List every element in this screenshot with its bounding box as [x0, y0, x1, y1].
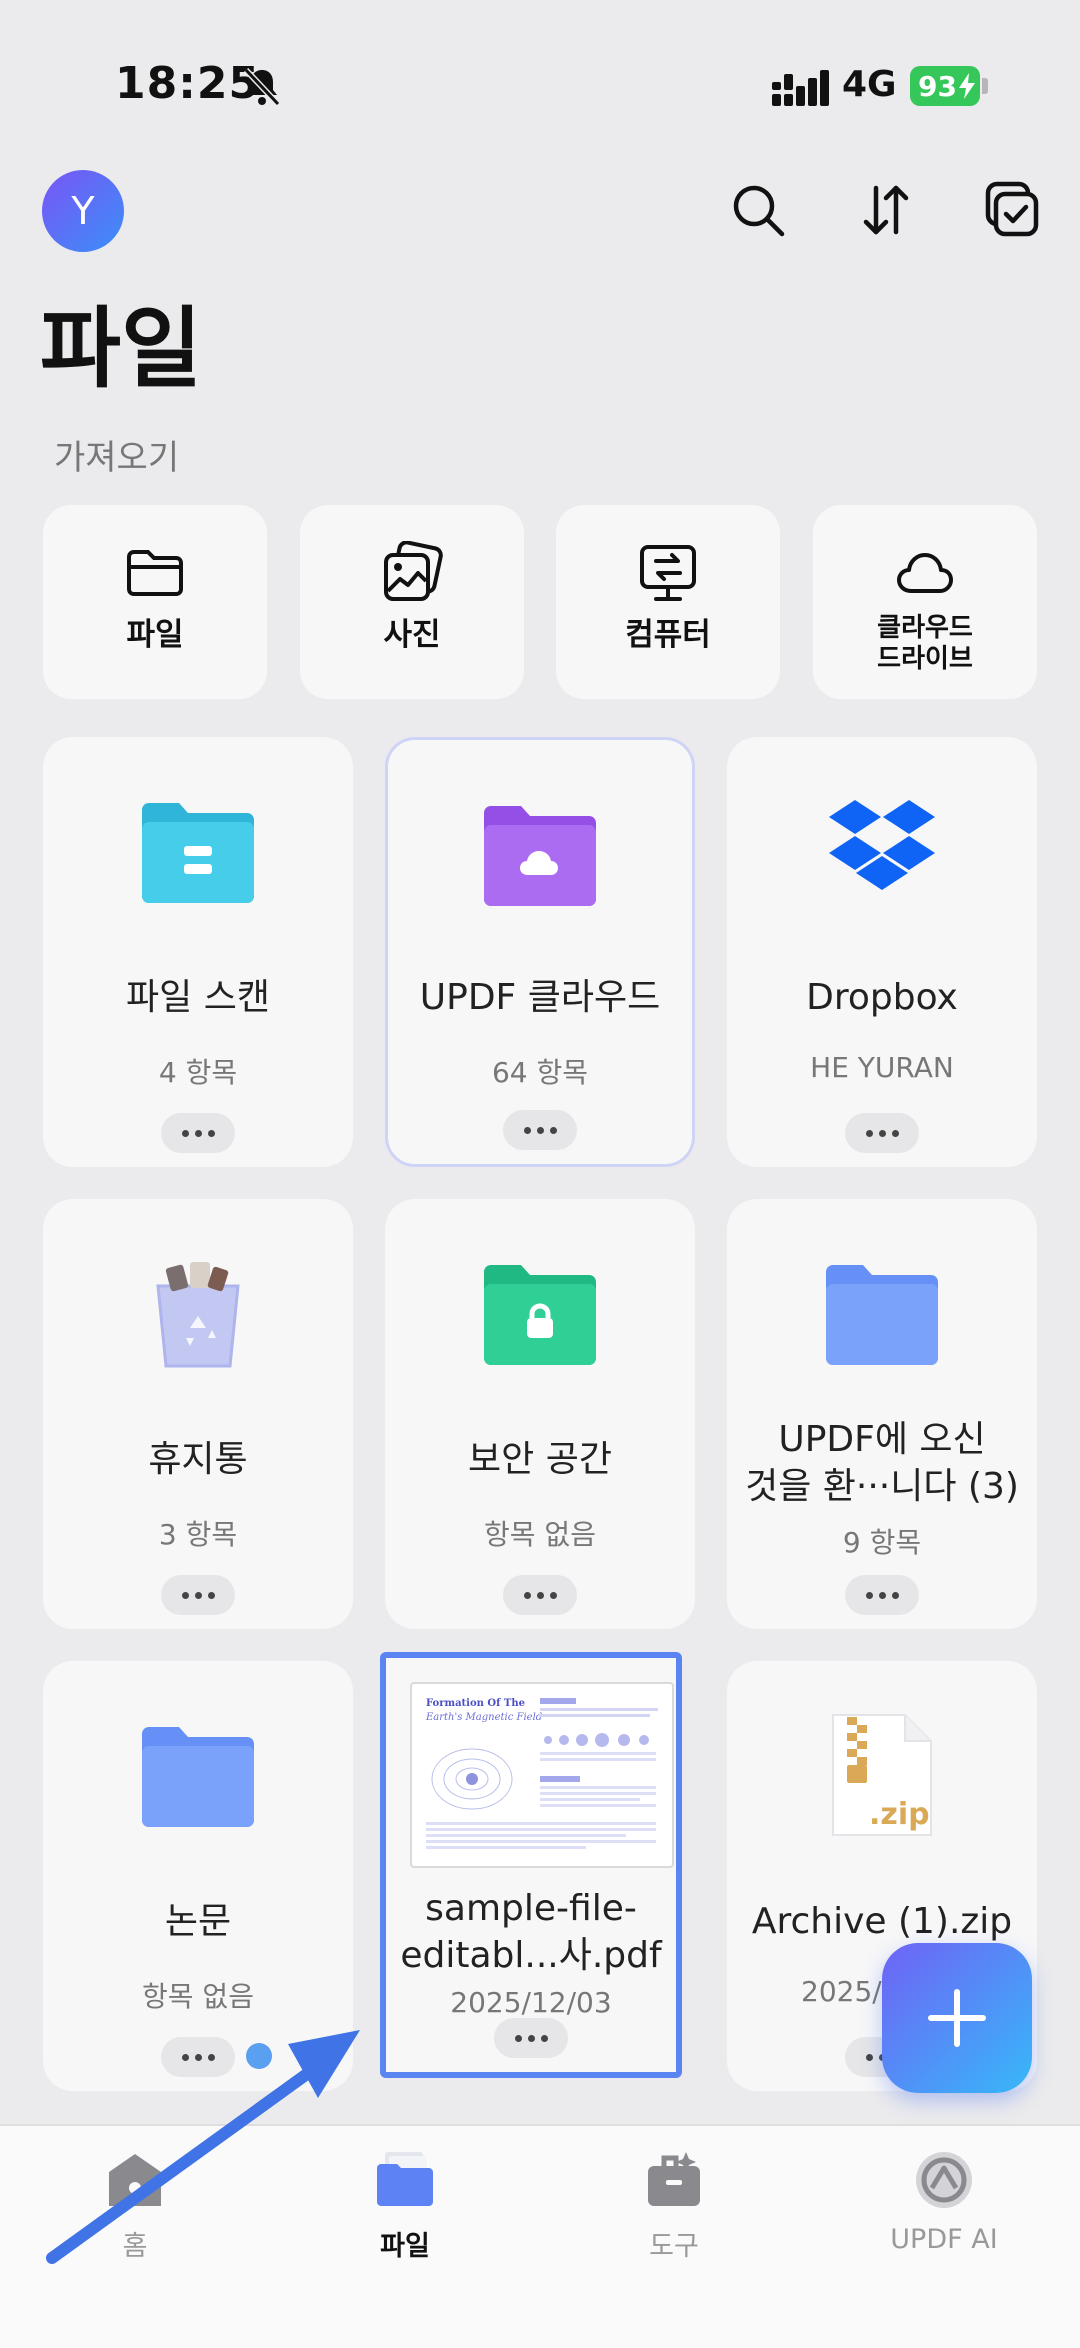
tab-tools[interactable]: 도구: [564, 2148, 784, 2288]
folder-card-secure-space[interactable]: 보안 공간 항목 없음: [385, 1199, 695, 1629]
folder-icon: [826, 1265, 938, 1365]
tap-indicator: [246, 2043, 272, 2069]
lock-folder-icon: [484, 1265, 596, 1365]
card-title: Dropbox: [806, 977, 958, 1018]
folder-card-welcome[interactable]: UPDF에 오신 것을 환···니다 (3) 9 항목: [727, 1199, 1037, 1629]
more-options-button[interactable]: [161, 1113, 235, 1153]
page-title: 파일: [40, 297, 202, 400]
card-title-line2: editabl...사.pdf: [400, 1934, 662, 1976]
folder-card-scan[interactable]: 파일 스캔 4 항목: [43, 737, 353, 1167]
card-title: 휴지통: [148, 1439, 248, 1480]
trash-bin-icon: [156, 1262, 240, 1368]
card-subtitle: 항목 없음: [142, 1980, 254, 2013]
dropbox-icon: [829, 800, 935, 890]
tab-label: 도구: [649, 2231, 699, 2262]
import-label-line2: 드라이브: [877, 644, 973, 675]
plus-icon: [928, 1989, 986, 2047]
card-title: sample-file- editabl...사.pdf: [386, 1886, 676, 1980]
more-options-button[interactable]: [161, 2037, 235, 2077]
folder-card-dropbox[interactable]: Dropbox HE YURAN: [727, 737, 1037, 1167]
status-time: 18:25: [115, 58, 261, 109]
tab-home[interactable]: 홈: [25, 2148, 245, 2288]
tab-label: 파일: [380, 2231, 430, 2262]
tab-files[interactable]: 파일: [295, 2148, 515, 2288]
tab-label: UPDF AI: [890, 2224, 998, 2255]
folder-card-papers[interactable]: 논문 항목 없음: [43, 1661, 353, 2091]
scan-folder-icon: [142, 803, 254, 903]
battery-indicator: 93: [910, 66, 980, 106]
folder-outline-icon: [127, 550, 183, 596]
card-title: 논문: [164, 1901, 232, 1942]
photos-icon: [384, 541, 443, 601]
battery-level: 93: [918, 69, 957, 103]
avatar[interactable]: Y: [42, 170, 124, 252]
file-card-sample-pdf[interactable]: Formation Of The Earth's Magnetic Field: [380, 1652, 682, 2078]
card-title-line1: UPDF에 오신: [778, 1419, 986, 1460]
sort-icon[interactable]: [856, 180, 916, 240]
card-title-line2: 것을 환···니다 (3): [745, 1465, 1019, 1507]
multi-select-icon[interactable]: [982, 180, 1042, 240]
zip-badge: .zip: [869, 1797, 930, 1832]
import-label: 컴퓨터: [625, 617, 711, 653]
toolbox-icon: [648, 2152, 700, 2206]
card-title: Archive (1).zip: [751, 1901, 1013, 1942]
tab-label: 홈: [122, 2231, 148, 2262]
cloud-folder-icon: [484, 806, 596, 906]
more-options-button[interactable]: [845, 1575, 919, 1615]
card-subtitle: 4 항목: [158, 1056, 238, 1089]
import-label: 파일: [126, 617, 184, 653]
import-computer-button[interactable]: 컴퓨터: [556, 505, 780, 699]
more-options-button[interactable]: [503, 1575, 577, 1615]
card-title-line1: sample-file-: [425, 1888, 637, 1929]
signal-icon: [772, 70, 829, 106]
updf-ai-icon: [916, 2152, 972, 2208]
bottom-tab-bar: 홈 파일 도구 UPDF AI: [0, 2124, 1080, 2348]
avatar-letter: Y: [71, 189, 95, 233]
cloud-icon: [897, 553, 953, 593]
import-label: 사진: [383, 617, 441, 653]
card-title: UPDF에 오신 것을 환···니다 (3): [727, 1417, 1037, 1511]
import-section-label: 가져오기: [54, 438, 180, 478]
card-subtitle: 3 항목: [158, 1518, 238, 1551]
folder-card-updf-cloud[interactable]: UPDF 클라우드 64 항목: [385, 737, 695, 1167]
card-subtitle: HE YURAN: [810, 1051, 954, 1084]
battery-tip: [982, 78, 988, 94]
card-subtitle: 2025/12/03: [450, 1986, 612, 2019]
import-cloud-drive-button[interactable]: 클라우드 드라이브: [813, 505, 1037, 699]
bell-muted-icon: [243, 67, 281, 107]
charging-bolt-icon: [958, 73, 975, 99]
search-icon[interactable]: [728, 180, 788, 240]
card-subtitle: 항목 없음: [484, 1518, 596, 1551]
more-options-button[interactable]: [161, 1575, 235, 1615]
folder-icon: [142, 1727, 254, 1827]
home-icon: [109, 2154, 161, 2206]
card-subtitle: 64 항목: [491, 1056, 589, 1089]
files-folder-icon: [377, 2152, 433, 2206]
add-button[interactable]: [882, 1943, 1032, 2093]
card-title: 보안 공간: [468, 1439, 612, 1480]
pdf-thumbnail: Formation Of The Earth's Magnetic Field: [410, 1682, 674, 1868]
import-label: 클라우드 드라이브: [877, 613, 973, 675]
folder-card-trash[interactable]: 휴지통 3 항목: [43, 1199, 353, 1629]
card-title: 파일 스캔: [126, 977, 270, 1018]
thumbnail-figure: [426, 1698, 658, 1849]
network-label: 4G: [842, 64, 897, 105]
import-label-line1: 클라우드: [877, 613, 973, 643]
import-photos-button[interactable]: 사진: [300, 505, 524, 699]
more-options-button[interactable]: [503, 1110, 577, 1150]
card-title: UPDF 클라우드: [419, 977, 661, 1018]
more-options-button[interactable]: [494, 2018, 568, 2058]
tab-updf-ai[interactable]: UPDF AI: [834, 2148, 1054, 2288]
more-options-button[interactable]: [845, 1113, 919, 1153]
import-files-button[interactable]: 파일: [43, 505, 267, 699]
status-bar: 18:25 4G 93: [0, 0, 1080, 170]
computer-transfer-icon: [640, 545, 696, 601]
card-subtitle: 9 항목: [842, 1526, 922, 1559]
